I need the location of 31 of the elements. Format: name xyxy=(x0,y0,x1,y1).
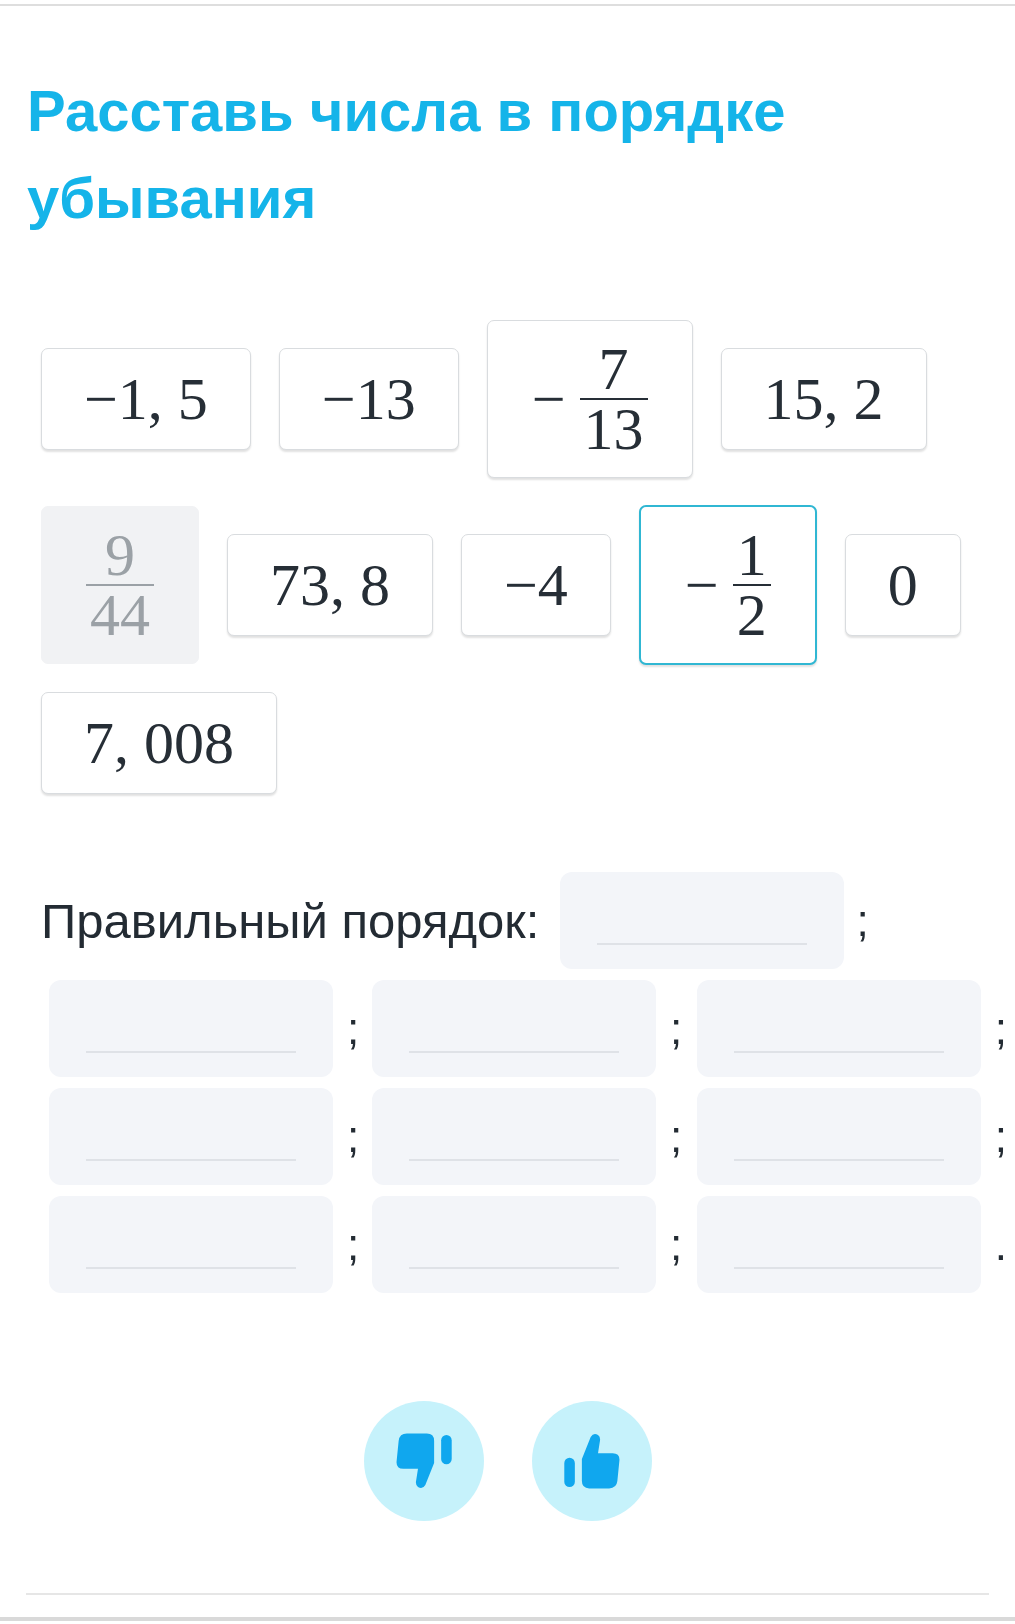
separator: . xyxy=(994,1219,1007,1270)
separator: ; xyxy=(347,1111,360,1162)
number-card[interactable]: 0 xyxy=(844,534,961,636)
thumbs-down-icon xyxy=(395,1433,452,1489)
answer-box[interactable] xyxy=(372,1088,656,1185)
separator: ; xyxy=(347,1219,360,1270)
number-card[interactable]: −13 xyxy=(278,348,459,450)
number-card[interactable]: 73, 8 xyxy=(227,534,433,636)
separator: ; xyxy=(994,1111,1007,1162)
answer-box[interactable] xyxy=(697,1196,981,1293)
number-card[interactable]: 7, 008 xyxy=(41,692,277,794)
separator: ; xyxy=(670,1003,683,1054)
number-card[interactable]: −4 xyxy=(461,534,611,636)
answer-box[interactable] xyxy=(372,1196,656,1293)
number-card[interactable]: 15, 2 xyxy=(720,348,927,450)
separator: ; xyxy=(856,895,869,946)
answer-box[interactable] xyxy=(49,1088,333,1185)
number-card[interactable]: −1, 5 xyxy=(41,348,251,450)
answer-box[interactable] xyxy=(697,980,981,1077)
answer-box[interactable] xyxy=(49,1196,333,1293)
answer-box[interactable] xyxy=(372,980,656,1077)
answer-box[interactable] xyxy=(697,1088,981,1185)
answer-box[interactable] xyxy=(560,872,845,969)
answer-box[interactable] xyxy=(49,980,333,1077)
thumbs-up-icon xyxy=(563,1433,620,1489)
answer-label: Правильный порядок: xyxy=(41,892,540,950)
task-title: Расставь числа в порядке убывания xyxy=(27,77,787,232)
separator: ; xyxy=(347,1003,360,1054)
separator: ; xyxy=(670,1219,683,1270)
separator: ; xyxy=(670,1111,683,1162)
separator: ; xyxy=(994,1003,1007,1054)
